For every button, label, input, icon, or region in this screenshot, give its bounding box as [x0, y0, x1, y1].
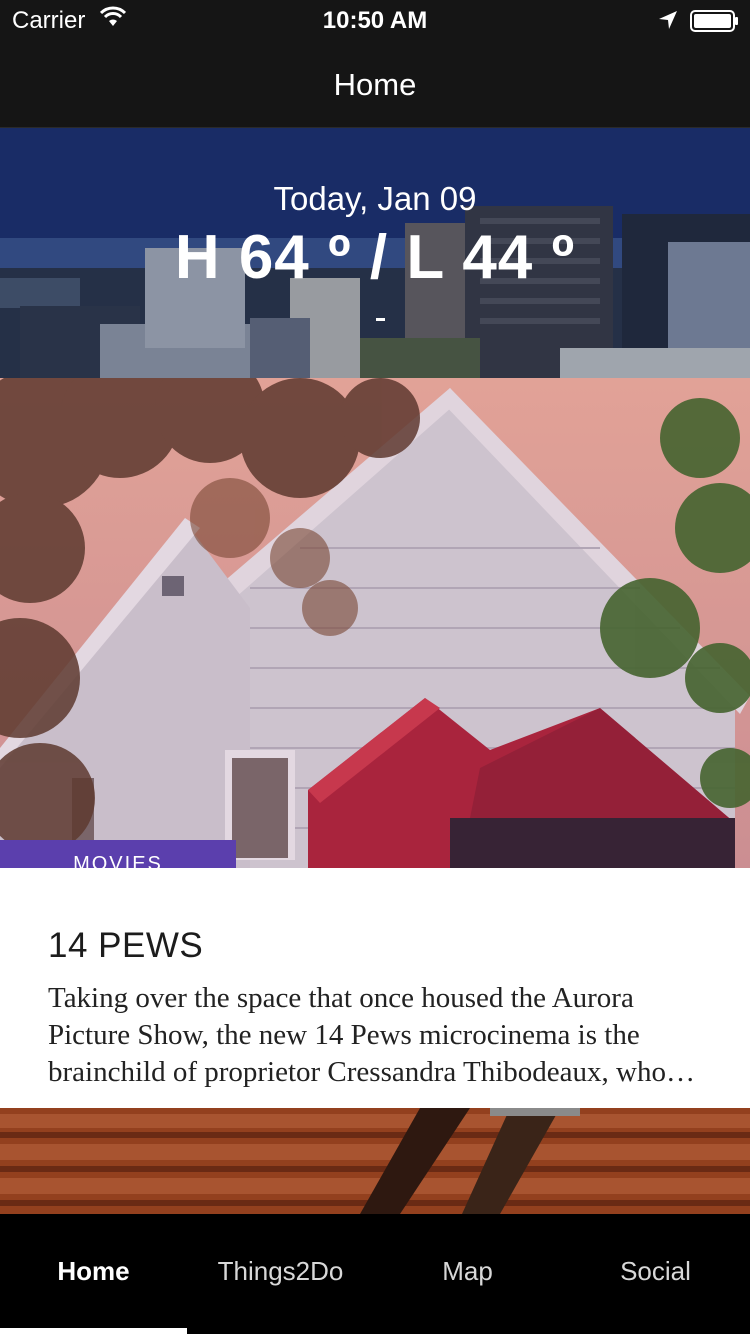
wooden-ceiling-image — [0, 1108, 750, 1214]
tab-map[interactable]: Map — [374, 1214, 561, 1334]
next-card-image[interactable] — [0, 1108, 750, 1214]
navigation-bar: Home — [0, 40, 750, 128]
status-bar: Carrier 10:50 AM — [0, 0, 750, 40]
card-title: 14 PEWS — [48, 926, 204, 965]
active-tab-indicator — [0, 1328, 187, 1334]
featured-card[interactable]: 14 PEWS Taking over the space that once … — [0, 868, 750, 1108]
tab-social[interactable]: Social — [562, 1214, 749, 1334]
card-description: Taking over the space that once housed t… — [48, 982, 666, 1088]
clock: 10:50 AM — [322, 7, 428, 34]
featured-card-image[interactable] — [0, 378, 750, 868]
weather-date: Today, Jan 09 — [273, 180, 477, 217]
weather-detail — [376, 318, 385, 321]
church-building-image — [0, 378, 750, 868]
battery-icon — [690, 10, 738, 32]
tab-things2do[interactable]: Things2Do — [187, 1214, 374, 1334]
page-title: Home — [333, 67, 417, 102]
weather-banner: Today, Jan 09 H 64 º / L 44 º — [0, 128, 750, 378]
tab-bar: Home Things2Do Map Social — [0, 1214, 750, 1334]
tab-home[interactable]: Home — [0, 1214, 187, 1334]
location-arrow-icon — [658, 9, 678, 37]
weather-temperature: H 64 º / L 44 º — [174, 223, 576, 292]
